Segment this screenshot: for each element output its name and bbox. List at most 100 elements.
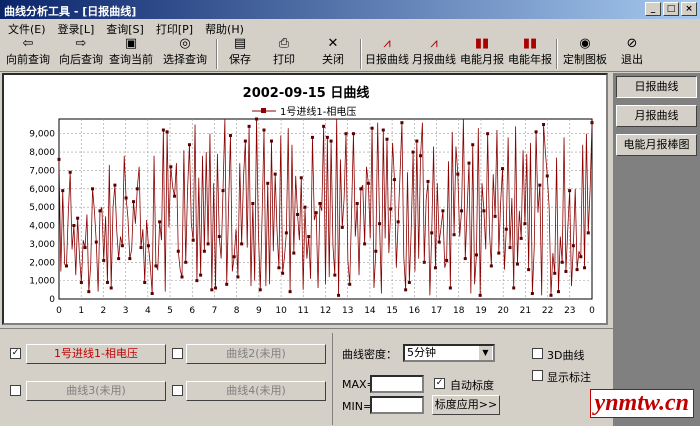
chart-svg: 2002-09-15 日曲线 1号进线1-相电压 0 1,000 2,000 3,000 4… (29, 85, 595, 316)
query-next-button[interactable]: ⇨ 向后查询 (56, 36, 106, 70)
data-point (419, 154, 423, 158)
curve4-button[interactable]: 曲线4(未用) (186, 381, 326, 401)
data-point (187, 143, 191, 147)
data-point (292, 251, 296, 255)
data-point (556, 290, 560, 294)
x-tick-label: 5 (167, 306, 173, 316)
curve3-button[interactable]: 曲线3(未用) (26, 381, 166, 401)
data-point (456, 172, 460, 176)
printer-icon: ⎙ (278, 36, 290, 51)
data-point (128, 257, 132, 261)
curve4-checkbox[interactable] (172, 385, 183, 396)
menu-file[interactable]: 文件(E) (8, 21, 46, 36)
data-point (542, 123, 546, 127)
dropdown-arrow-icon[interactable]: ▼ (479, 346, 492, 360)
data-point (564, 269, 568, 273)
energy-yearly-button[interactable]: ▮▮ 电能年报 (506, 36, 554, 70)
data-point (143, 280, 147, 284)
query-prev-label: 向前查询 (6, 53, 50, 66)
custom-board-button[interactable]: ◉ 定制图板 (560, 36, 610, 70)
max-input[interactable] (370, 375, 424, 393)
data-point (512, 286, 516, 290)
x-tick-label: 23 (564, 306, 575, 316)
data-point (132, 200, 136, 204)
data-point (467, 161, 471, 165)
data-point (180, 275, 184, 279)
density-select[interactable]: 5分钟 ▼ (403, 344, 495, 362)
data-point (64, 264, 68, 268)
data-point (94, 240, 98, 244)
data-point (191, 238, 195, 242)
monthly-curve-button[interactable]: ⩘ 月报曲线 (410, 36, 458, 70)
menu-bar: 文件(E) 登录[L] 查询[S] 打印[P] 帮助(H) (0, 19, 700, 36)
select-query-button[interactable]: ◎ 选择查询 (156, 36, 214, 70)
curve1-checkbox[interactable]: ✓ (10, 348, 21, 359)
curve3-checkbox[interactable] (10, 385, 21, 396)
maximize-button[interactable]: □ (663, 2, 679, 16)
query-prev-button[interactable]: ⇦ 向前查询 (0, 36, 56, 70)
data-point (165, 130, 169, 134)
minimize-button[interactable]: _ (645, 2, 661, 16)
apply-scale-button[interactable]: 标度应用>> (432, 395, 500, 415)
disk-icon: ◉ (579, 36, 591, 51)
density-value: 5分钟 (407, 346, 436, 359)
data-point (273, 172, 277, 176)
data-point (430, 231, 434, 235)
x-tick-label: 18 (453, 306, 465, 316)
daily-curve-button[interactable]: ⩘ 日报曲线 (364, 36, 410, 70)
data-point (117, 257, 121, 261)
data-point (206, 242, 210, 246)
data-point (381, 128, 385, 132)
tab-daily-curve[interactable]: 日报曲线 (616, 76, 697, 98)
data-point (590, 121, 594, 125)
menu-login[interactable]: 登录[L] (58, 21, 95, 36)
show-label-checkbox[interactable] (532, 370, 543, 381)
x-tick-label: 21 (520, 306, 531, 316)
data-point (262, 128, 266, 132)
x-tick-label: 1 (78, 306, 84, 316)
data-point (236, 275, 240, 279)
data-point (571, 244, 575, 248)
data-point (344, 132, 348, 136)
x-tick-label: 6 (189, 306, 195, 316)
menu-query[interactable]: 查询[S] (106, 21, 144, 36)
data-point (232, 255, 236, 259)
data-point (277, 266, 281, 270)
exit-label: 退出 (621, 53, 643, 66)
data-point (173, 194, 177, 198)
watermark-logo: ynmtw.cn (589, 389, 694, 418)
data-point (139, 246, 143, 250)
menu-help[interactable]: 帮助(H) (205, 21, 244, 36)
query-current-button[interactable]: ▣ 查询当前 (106, 36, 156, 70)
3d-checkbox[interactable] (532, 348, 543, 359)
curve2-checkbox[interactable] (172, 348, 183, 359)
y-tick-label: 5,000 (29, 203, 55, 213)
save-button[interactable]: ▤ 保存 (220, 36, 260, 70)
density-label: 曲线密度： (342, 348, 397, 361)
exit-button[interactable]: ⊘ 退出 (610, 36, 654, 70)
min-input[interactable] (370, 396, 424, 414)
tab-monthly-curve[interactable]: 月报曲线 (616, 105, 697, 127)
tab-energy-bar[interactable]: 电能月报棒图 (616, 134, 697, 156)
x-tick-label: 12 (320, 306, 331, 316)
data-point (199, 273, 203, 277)
data-point (575, 268, 579, 272)
data-point (284, 231, 288, 235)
close-button[interactable]: ✕ 关闭 (308, 36, 358, 70)
data-point (437, 240, 441, 244)
print-button[interactable]: ⎙ 打印 (260, 36, 308, 70)
menu-print[interactable]: 打印[P] (156, 21, 193, 36)
curve2-button[interactable]: 曲线2(未用) (186, 344, 326, 364)
x-tick-label: 17 (431, 306, 442, 316)
x-tick-label: 11 (298, 306, 309, 316)
line-chart-icon: ⩘ (383, 36, 391, 51)
data-point (169, 165, 173, 169)
close-window-button[interactable]: × (681, 2, 697, 16)
auto-scale-checkbox[interactable]: ✓ (434, 378, 445, 389)
curve1-button[interactable]: 1号进线1-相电压 (26, 344, 166, 364)
data-point (560, 260, 564, 264)
data-point (441, 209, 445, 213)
y-tick-label: 1,000 (29, 277, 55, 287)
energy-monthly-button[interactable]: ▮▮ 电能月报 (458, 36, 506, 70)
data-point (351, 132, 355, 136)
